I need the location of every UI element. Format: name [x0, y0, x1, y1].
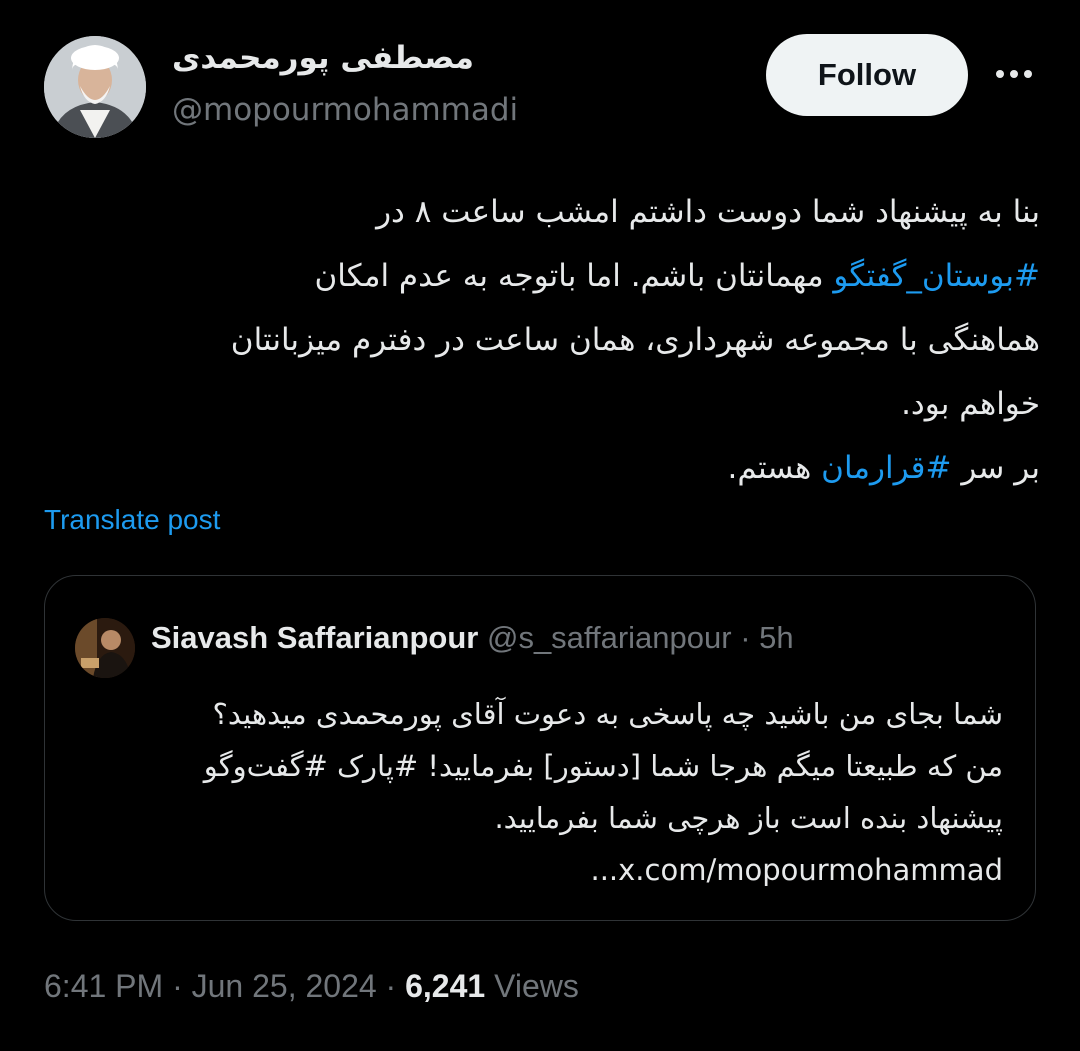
- tweet-line: #بوستان_گفتگو مهمانتان باشم. اما باتوجه …: [44, 244, 1040, 308]
- tweet-text-span: بر سر: [951, 450, 1040, 486]
- quoted-link: x.com/mopourmohammad...: [590, 853, 1003, 887]
- quoted-line: من که طبیعتا میگم هرجا شما [دستور] بفرما…: [203, 749, 1003, 783]
- author-avatar[interactable]: [44, 36, 146, 138]
- quoted-tweet-card[interactable]: Siavash Saffarianpour @s_saffarianpour ·…: [44, 575, 1036, 921]
- tweet-text-span: مهمانتان باشم. اما باتوجه به عدم امکان: [314, 258, 834, 294]
- author-name[interactable]: مصطفی پورمحمدی: [172, 40, 474, 76]
- quoted-tweet-body: شما بجای من باشید چه پاسخی به دعوت آقای …: [73, 688, 1003, 896]
- views-label: Views: [485, 968, 579, 1004]
- hashtag-link[interactable]: #قرارمان: [821, 450, 951, 486]
- tweet-line: هماهنگی با مجموعه شهرداری، همان ساعت در …: [230, 322, 1040, 358]
- views-count: 6,241: [405, 968, 486, 1004]
- quoted-author-avatar[interactable]: [75, 618, 135, 678]
- tweet-line: بنا به پیشنهاد شما دوست داشتم امشب ساعت …: [376, 194, 1040, 230]
- tweet-metadata: 6:41 PM · Jun 25, 2024 · 6,241 Views: [44, 968, 579, 1005]
- quoted-line: شما بجای من باشید چه پاسخی به دعوت آقای …: [212, 697, 1003, 731]
- separator-dot: ·: [376, 968, 406, 1004]
- quoted-line: پیشنهاد بنده است باز هرچی شما بفرمایید.: [494, 801, 1003, 835]
- tweet-date[interactable]: Jun 25, 2024: [192, 968, 377, 1004]
- quoted-author-handle[interactable]: @s_saffarianpour: [487, 620, 732, 655]
- quoted-tweet-time[interactable]: 5h: [759, 620, 793, 655]
- more-horizontal-icon[interactable]: [990, 54, 1038, 94]
- author-handle[interactable]: @mopourmohammadi: [172, 92, 518, 128]
- tweet-text-span: هستم.: [727, 450, 822, 486]
- quoted-author-name[interactable]: Siavash Saffarianpour: [151, 620, 478, 655]
- translate-post-link[interactable]: Translate post: [44, 504, 220, 536]
- quoted-tweet-header: Siavash Saffarianpour @s_saffarianpour ·…: [151, 620, 794, 656]
- tweet-line: بر سر #قرارمان هستم.: [44, 436, 1040, 500]
- hashtag-link[interactable]: #بوستان_گفتگو: [833, 258, 1040, 294]
- tweet-line: خواهم بود.: [901, 386, 1040, 422]
- separator-dot: ·: [731, 620, 760, 655]
- tweet-time[interactable]: 6:41 PM: [44, 968, 163, 1004]
- separator-dot: ·: [163, 968, 192, 1004]
- follow-button[interactable]: Follow: [766, 34, 968, 116]
- tweet-body: بنا به پیشنهاد شما دوست داشتم امشب ساعت …: [44, 180, 1040, 500]
